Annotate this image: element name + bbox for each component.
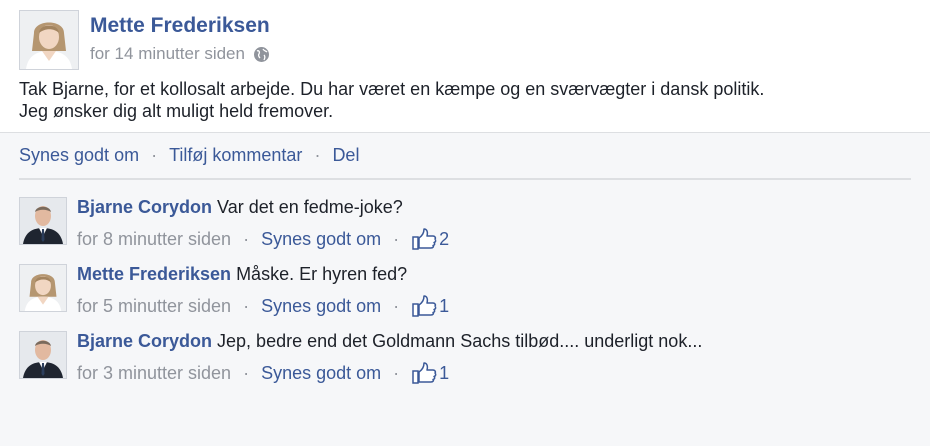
comment-timestamp[interactable]: for 3 minutter siden <box>77 363 231 384</box>
comment-author[interactable]: Bjarne Corydon <box>77 197 212 217</box>
like-count-value: 1 <box>439 362 450 383</box>
avatar[interactable] <box>19 264 67 312</box>
comment-meta: for 8 minutter siden · Synes godt om · 2 <box>77 227 449 251</box>
post-author-name[interactable]: Mette Frederiksen <box>90 14 270 38</box>
avatar[interactable] <box>19 10 79 70</box>
profile-photo-icon <box>20 11 78 69</box>
like-count[interactable]: 2 <box>411 227 449 251</box>
comment-text: Var det en fedme-joke? <box>217 197 403 217</box>
post-text: Tak Bjarne, for et kollosalt arbejde. Du… <box>19 78 899 122</box>
separator: · <box>393 295 400 316</box>
comment-like-link[interactable]: Synes godt om <box>261 296 381 317</box>
separator: · <box>314 145 321 165</box>
separator: · <box>243 228 250 249</box>
like-count[interactable]: 1 <box>411 361 449 385</box>
comment-item: Bjarne Corydon Var det en fedme-joke? for… <box>0 197 930 257</box>
comment-timestamp[interactable]: for 5 minutter siden <box>77 296 231 317</box>
comment-body: Bjarne Corydon Jep, bedre end det Goldman… <box>77 331 702 352</box>
comment-author[interactable]: Bjarne Corydon <box>77 331 212 351</box>
separator: · <box>393 362 400 383</box>
post-card: Mette Frederiksen for 14 minutter siden … <box>0 0 930 133</box>
comment-text: Jep, bedre end det Goldmann Sachs tilbød… <box>217 331 703 351</box>
globe-icon[interactable] <box>253 46 270 63</box>
thumbs-up-icon <box>411 227 437 251</box>
separator: · <box>151 145 158 165</box>
post-actions: Synes godt om · Tilføj kommentar · Del <box>19 145 359 166</box>
divider <box>19 178 911 180</box>
comment-meta: for 5 minutter siden · Synes godt om · 1 <box>77 294 449 318</box>
separator: · <box>243 362 250 383</box>
comment-text: Måske. Er hyren fed? <box>236 264 408 284</box>
comment-meta: for 3 minutter siden · Synes godt om · 1 <box>77 361 449 385</box>
thumbs-up-icon <box>411 294 437 318</box>
share-link[interactable]: Del <box>332 145 359 166</box>
separator: · <box>393 228 400 249</box>
comment-author[interactable]: Mette Frederiksen <box>77 264 231 284</box>
profile-photo-icon <box>20 265 66 311</box>
separator: · <box>243 295 250 316</box>
avatar[interactable] <box>19 197 67 245</box>
thumbs-up-icon <box>411 361 437 385</box>
post-text-line: Tak Bjarne, for et kollosalt arbejde. Du… <box>19 79 765 99</box>
like-count-value: 1 <box>439 295 450 316</box>
comment-like-link[interactable]: Synes godt om <box>261 363 381 384</box>
profile-photo-icon <box>20 332 66 378</box>
comment-timestamp[interactable]: for 8 minutter siden <box>77 229 231 250</box>
post-text-line: Jeg ønsker dig alt muligt held fremover. <box>19 101 334 121</box>
post-timestamp[interactable]: for 14 minutter siden <box>90 44 245 64</box>
post-meta: for 14 minutter siden <box>90 44 270 64</box>
comment-body: Bjarne Corydon Var det en fedme-joke? <box>77 197 403 218</box>
like-count-value: 2 <box>439 228 450 249</box>
comment-item: Mette Frederiksen Måske. Er hyren fed? fo… <box>0 264 930 324</box>
comment-item: Bjarne Corydon Jep, bedre end det Goldman… <box>0 331 930 391</box>
like-link[interactable]: Synes godt om <box>19 145 139 166</box>
comment-like-link[interactable]: Synes godt om <box>261 229 381 250</box>
profile-photo-icon <box>20 198 66 244</box>
avatar[interactable] <box>19 331 67 379</box>
comment-body: Mette Frederiksen Måske. Er hyren fed? <box>77 264 407 285</box>
like-count[interactable]: 1 <box>411 294 449 318</box>
add-comment-link[interactable]: Tilføj kommentar <box>169 145 302 166</box>
